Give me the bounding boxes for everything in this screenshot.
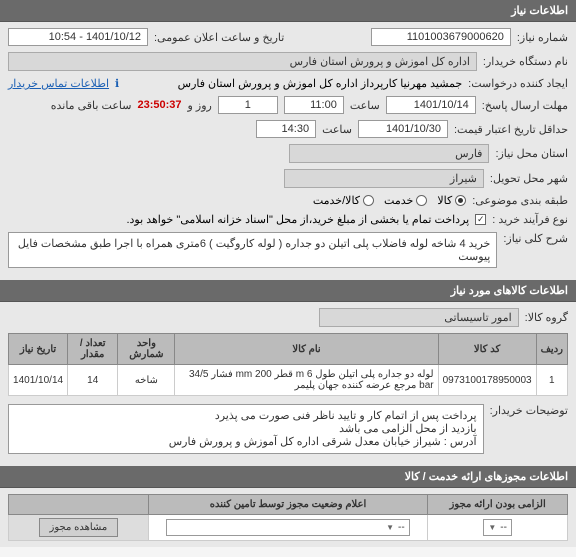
items-table: ردیف کد کالا نام کالا واحد شمارش تعداد /… [8,333,568,396]
cell-row: 1 [536,365,567,396]
th-code: کد کالا [438,334,536,365]
label-public-date: تاریخ و ساعت اعلان عمومی: [154,31,284,44]
th-unit: واحد شمارش [118,334,175,365]
info-icon: ℹ [115,77,119,90]
cell-date: 1401/10/14 [9,365,68,396]
th-permit-status: اعلام وضعیت مجوز توسط تامین کننده [148,495,428,515]
buy-process-note: پرداخت تمام یا بخشی از مبلغ خرید،از محل … [126,213,469,226]
section-need-items: اطلاعات کالاهای مورد نیاز [0,280,576,302]
creator-value: جمشید مهرنیا کارپرداز اداره کل اموزش و پ… [178,77,463,90]
buyer-notes-value: پرداخت پس از اتمام کار و تایید ناظر فنی … [8,404,484,454]
table-row[interactable]: 1 0973100178950003 لوله دو جداره پلی اتی… [9,365,568,396]
th-name: نام کالا [175,334,438,365]
label-creator: ایجاد کننده درخواست: [468,77,568,90]
label-price-valid: حداقل تاریخ اعتبار قیمت: [454,123,568,136]
send-time-value: 11:00 [284,96,344,114]
label-need-location: استان محل نیاز: [495,147,568,160]
chevron-down-icon: ▼ [488,523,496,532]
radio-goods[interactable] [455,195,466,206]
permit-row: -- ▼ -- ▼ مشاهده مجوز [9,515,568,541]
th-qty: تعداد / مقدار [68,334,118,365]
price-time-value: 14:30 [256,120,316,138]
days-left-value: 1 [218,96,278,114]
label-day-and: روز و [188,99,212,112]
label-buy-process: نوع فرآیند خرید : [492,213,568,226]
th-row: ردیف [536,334,567,365]
contact-info-link[interactable]: اطلاعات تماس خریدار [8,77,109,90]
permit-required-select[interactable]: -- ▼ [483,519,512,536]
label-buyer-notes: توضیحات خریدار: [490,404,568,417]
price-date-value: 1401/10/30 [358,120,448,138]
permit-status-select[interactable]: -- ▼ [166,519,409,536]
th-permit-required: الزامی بودن ارائه مجوز [428,495,568,515]
classification-radio-group: کالا خدمت کالا/خدمت [313,194,466,207]
section-permits: اطلاعات مجوزهای ارائه خدمت / کالا [0,466,576,488]
label-send-deadline: مهلت ارسال پاسخ: [482,99,568,112]
label-need-number: شماره نیاز: [517,31,568,44]
label-classification: طبقه بندی موضوعی: [472,194,568,207]
th-date: تاریخ نیاز [9,334,68,365]
radio-service-label: خدمت [384,194,413,207]
label-hour-2: ساعت [322,123,352,136]
cell-qty: 14 [68,365,118,396]
buyer-org-value: اداره کل اموزش و پرورش استان فارس [8,52,477,71]
radio-goods-service[interactable] [363,195,374,206]
label-need-desc: شرح کلی نیاز: [503,232,568,245]
public-date-value: 1401/10/12 - 10:54 [8,28,148,46]
label-buyer-org: نام دستگاه خریدار: [483,55,568,68]
view-permit-button[interactable]: مشاهده مجوز [39,518,119,537]
countdown-value: 23:50:37 [137,99,181,111]
cell-code: 0973100178950003 [438,365,536,396]
cell-unit: شاخه [118,365,175,396]
label-goods-group: گروه کالا: [525,311,568,324]
label-remaining: ساعت باقی مانده [51,99,132,112]
goods-group-value: امور تاسیساتی [319,308,519,327]
send-date-value: 1401/10/14 [386,96,476,114]
cell-name: لوله دو جداره پلی اتیلن طول m 6 قطر mm 2… [175,365,438,396]
checkbox-buy-process[interactable] [475,214,486,225]
radio-goods-service-label: کالا/خدمت [313,194,360,207]
chevron-down-icon: ▼ [386,523,394,532]
need-desc-value: خرید 4 شاخه لوله فاضلاب پلی اتیلن دو جدا… [8,232,497,268]
radio-service[interactable] [416,195,427,206]
province-value: فارس [289,144,489,163]
label-hour-1: ساعت [350,99,380,112]
section-need-info: اطلاعات نیاز [0,0,576,22]
radio-goods-label: کالا [437,194,452,207]
city-value: شیراز [284,169,484,188]
permits-table: الزامی بودن ارائه مجوز اعلام وضعیت مجوز … [8,494,568,541]
label-delivery-city: شهر محل تحویل: [490,172,568,185]
need-number-value: 1101003679000620 [371,28,511,46]
